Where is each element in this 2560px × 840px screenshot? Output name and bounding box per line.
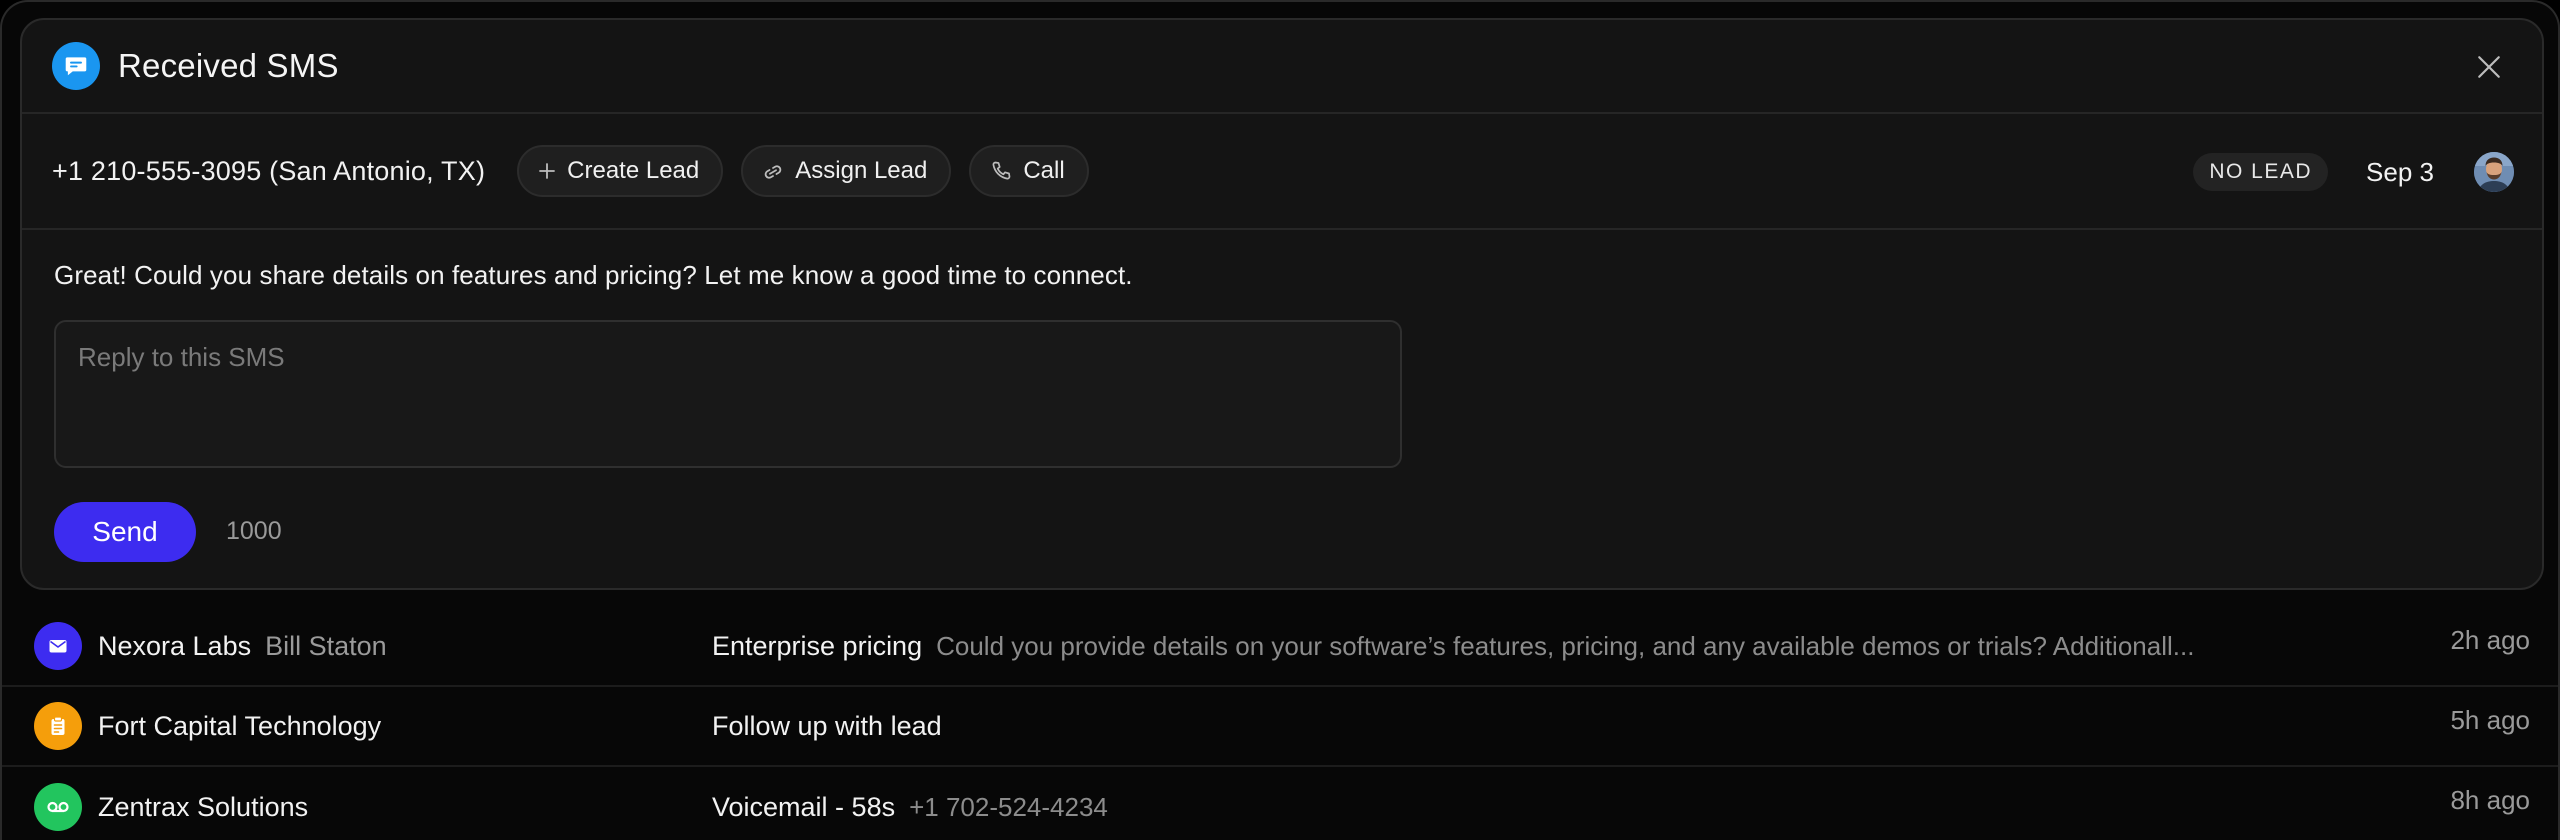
envelope-icon bbox=[34, 622, 82, 670]
company-name: Fort Capital Technology bbox=[98, 710, 382, 741]
contact-name: Bill Staton bbox=[265, 630, 387, 661]
message-body: Great! Could you share details on featur… bbox=[54, 260, 1133, 290]
row-subject: Voicemail - 58s +1 702-524-4234 bbox=[712, 792, 1108, 823]
character-count: 1000 bbox=[226, 517, 282, 545]
message-date: Sep 3 bbox=[2366, 156, 2434, 187]
create-lead-label: Create Lead bbox=[567, 157, 700, 184]
list-item[interactable]: Zentrax Solutions Voicemail - 58s +1 702-… bbox=[2, 767, 2558, 840]
user-avatar-icon bbox=[2474, 152, 2514, 192]
sms-detail-panel: Received SMS +1 210-555-3095 (San Antoni… bbox=[20, 18, 2544, 590]
row-time: 2h ago bbox=[2450, 625, 2530, 655]
assign-lead-button[interactable]: Assign Lead bbox=[741, 145, 952, 197]
create-lead-button[interactable]: Create Lead bbox=[517, 145, 724, 197]
plus-icon bbox=[539, 163, 556, 179]
subject-text: Enterprise pricing bbox=[712, 630, 923, 661]
call-label: Call bbox=[1023, 157, 1065, 184]
panel-title: Received SMS bbox=[118, 47, 339, 84]
row-company: Fort Capital Technology bbox=[98, 711, 381, 742]
subject-text: Voicemail - 58s bbox=[712, 791, 896, 822]
chat-bubble-icon bbox=[52, 42, 100, 90]
row-subject: Follow up with lead bbox=[712, 711, 942, 742]
meta-right-group: NO LEAD Sep 3 bbox=[2193, 114, 2514, 230]
row-company: Nexora Labs Bill Staton bbox=[98, 631, 387, 662]
close-icon bbox=[2478, 56, 2500, 78]
link-icon bbox=[764, 165, 782, 179]
avatar[interactable] bbox=[2474, 152, 2514, 192]
row-company: Zentrax Solutions bbox=[98, 792, 308, 823]
call-button[interactable]: Call bbox=[969, 145, 1089, 197]
app-window: Received SMS +1 210-555-3095 (San Antoni… bbox=[0, 0, 2560, 840]
send-button[interactable]: Send bbox=[54, 502, 196, 562]
reply-input[interactable] bbox=[54, 320, 1402, 468]
lead-status-badge: NO LEAD bbox=[2193, 153, 2329, 191]
activity-list: Nexora Labs Bill Staton Enterprise pricin… bbox=[2, 607, 2558, 840]
phone-icon bbox=[992, 161, 1011, 180]
sender-phone: +1 210-555-3095 (San Antonio, TX) bbox=[52, 155, 486, 186]
list-item[interactable]: Fort Capital Technology Follow up with l… bbox=[2, 687, 2558, 767]
panel-header: Received SMS bbox=[22, 20, 2542, 114]
voicemail-icon bbox=[34, 783, 82, 831]
list-item[interactable]: Nexora Labs Bill Staton Enterprise pricin… bbox=[2, 607, 2558, 687]
assign-lead-label: Assign Lead bbox=[795, 157, 928, 184]
row-time: 5h ago bbox=[2450, 705, 2530, 735]
message-meta-row: +1 210-555-3095 (San Antonio, TX) Create… bbox=[22, 114, 2542, 230]
company-name: Zentrax Solutions bbox=[98, 791, 309, 822]
preview-text: +1 702-524-4234 bbox=[909, 791, 1108, 822]
row-subject: Enterprise pricing Could you provide deta… bbox=[712, 631, 2194, 662]
clipboard-icon bbox=[34, 702, 82, 750]
preview-text: Could you provide details on your softwa… bbox=[936, 630, 2195, 661]
row-time: 8h ago bbox=[2450, 785, 2530, 815]
close-button[interactable] bbox=[2472, 50, 2506, 84]
company-name: Nexora Labs bbox=[98, 630, 252, 661]
subject-text: Follow up with lead bbox=[712, 710, 942, 741]
